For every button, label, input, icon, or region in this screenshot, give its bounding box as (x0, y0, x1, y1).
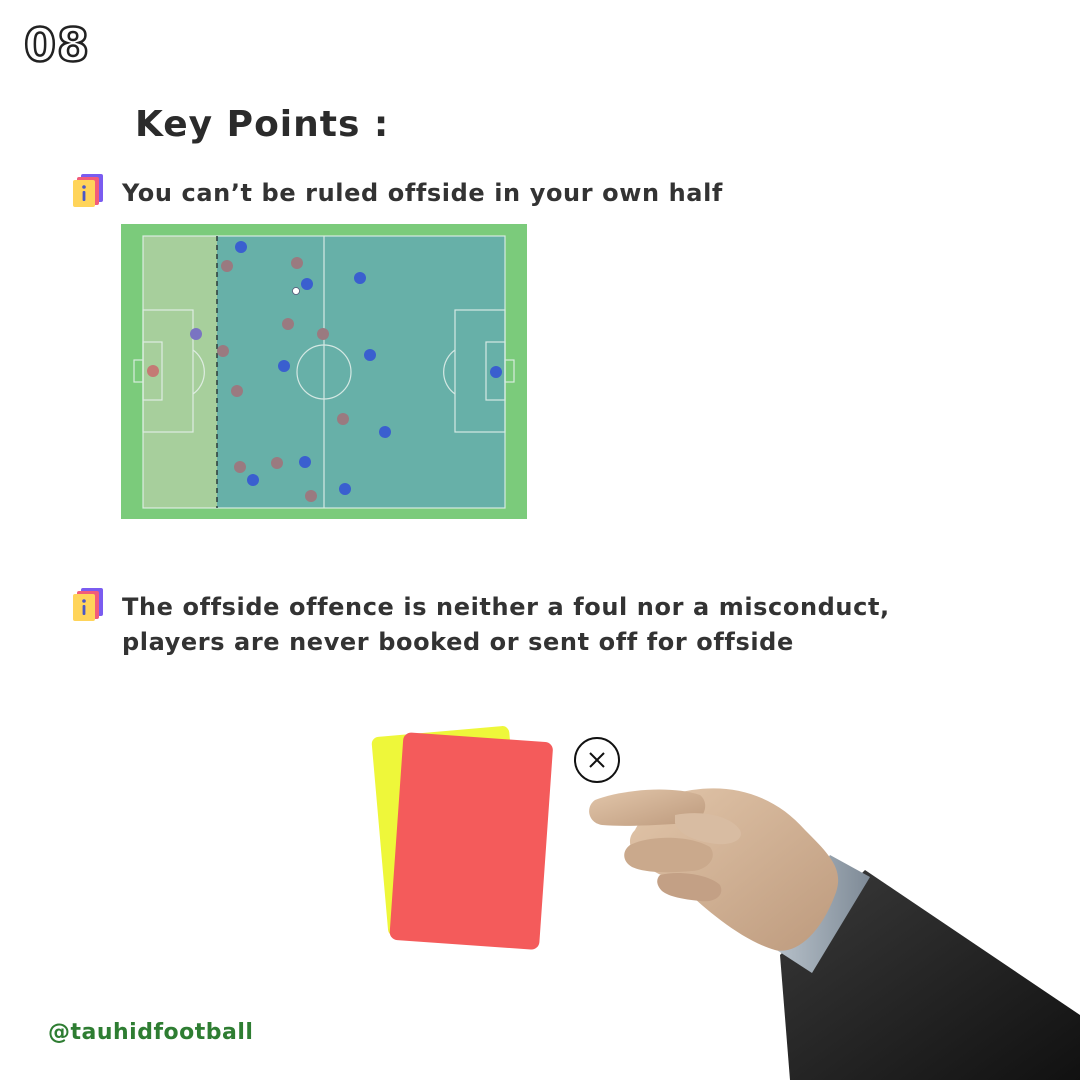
page-number: 08 (23, 17, 91, 74)
referee-hand-pointing (580, 775, 1080, 1080)
key-point-1: You can’t be ruled offside in your own h… (72, 174, 723, 211)
key-point-2-line-1: The offside offence is neither a foul no… (122, 593, 890, 621)
key-point-2-text: The offside offence is neither a foul no… (122, 590, 890, 660)
info-card-icon (73, 174, 103, 207)
social-handle[interactable]: @tauhidfootball (48, 1020, 253, 1045)
key-point-2-line-2: players are never booked or sent off for… (122, 628, 794, 656)
key-point-1-text: You can’t be ruled offside in your own h… (122, 179, 723, 207)
football-pitch-diagram (121, 224, 527, 519)
page-title: Key Points : (135, 104, 390, 145)
key-point-2: The offside offence is neither a foul no… (72, 588, 890, 660)
info-card-icon (73, 588, 103, 621)
